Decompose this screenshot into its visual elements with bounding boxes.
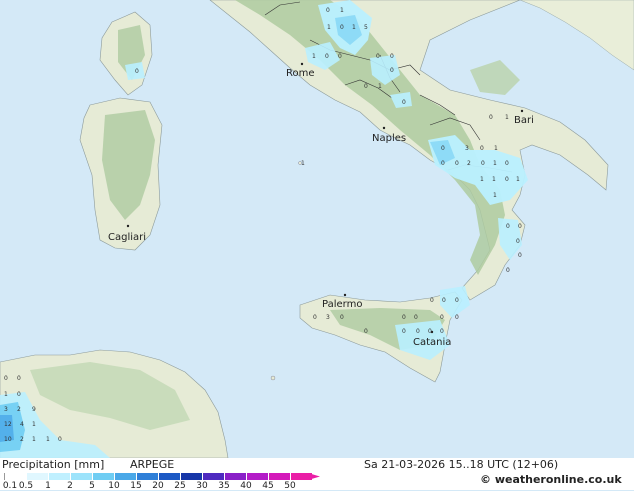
copyright[interactable]: © weatheronline.co.uk	[480, 473, 622, 486]
precip-value: 0	[338, 53, 342, 60]
precip-value: 0	[430, 297, 434, 304]
precip-value: 0	[518, 223, 522, 230]
precip-value: 9	[32, 406, 36, 413]
precip-value: 1	[378, 83, 382, 90]
svg-text:Bari: Bari	[514, 115, 534, 126]
legend-title: Precipitation [mm]	[2, 458, 105, 471]
legend-swatch	[247, 473, 269, 480]
precip-value: 0	[428, 328, 432, 335]
legend-swatch	[93, 473, 115, 480]
precip-value: 5	[364, 24, 368, 31]
precip-value: 0	[489, 114, 493, 121]
precip-value: 1	[4, 391, 8, 398]
precip-value: 1	[340, 7, 344, 14]
legend-swatch	[225, 473, 247, 480]
precip-value: 1	[312, 53, 316, 60]
precip-value: 0	[325, 53, 329, 60]
precip-value: 0	[440, 328, 444, 335]
precip-value: 0	[506, 267, 510, 274]
island-pantelleria	[270, 375, 276, 381]
precip-value: 0	[402, 99, 406, 106]
precip-value: 10	[4, 436, 12, 443]
precip-value: 0	[505, 160, 509, 167]
legend-swatch	[269, 473, 291, 480]
precip-value: 0	[17, 375, 21, 382]
precip-value: 1	[46, 436, 50, 443]
precip-value: 0	[455, 160, 459, 167]
legend-swatch	[203, 473, 225, 480]
legend-swatch	[181, 473, 203, 480]
precip-value: 1	[493, 160, 497, 167]
precip-value: 1	[505, 114, 509, 121]
precip-value: 0	[326, 7, 330, 14]
precip-value: 0	[480, 145, 484, 152]
legend-swatch	[4, 473, 27, 480]
precip-value: 2	[17, 406, 21, 413]
precipitation-map: Rome Naples Bari Cagliari Palermo Catani…	[0, 0, 634, 458]
precip-value: 0	[135, 68, 139, 75]
precip-value: 0	[442, 297, 446, 304]
precip-value: 0	[376, 53, 380, 60]
precip-value: 0	[416, 328, 420, 335]
precip-value: 0	[340, 24, 344, 31]
legend-color-bar	[4, 473, 313, 480]
precip-value: 0	[516, 238, 520, 245]
svg-text:Rome: Rome	[286, 68, 315, 79]
precip-value: 3	[465, 145, 469, 152]
legend-swatch	[159, 473, 181, 480]
legend-swatch	[71, 473, 93, 480]
precip-value: 0	[402, 314, 406, 321]
precip-value: 1	[352, 24, 356, 31]
precip-value: 0	[390, 53, 394, 60]
svg-text:Naples: Naples	[372, 133, 406, 144]
legend-swatch	[49, 473, 71, 480]
precip-value: 2	[20, 436, 24, 443]
precip-value: 12	[4, 421, 12, 428]
forecast-datetime: Sa 21-03-2026 15..18 UTC (12+06)	[364, 458, 559, 471]
precip-value: 0	[518, 252, 522, 259]
precip-value: 1	[327, 24, 331, 31]
precip-value: 2	[467, 160, 471, 167]
precip-value: 0	[364, 328, 368, 335]
precip-value: 0	[17, 391, 21, 398]
footer-bar: Precipitation [mm] ARPEGE Sa 21-03-2026 …	[0, 458, 634, 491]
precip-value: 1	[492, 176, 496, 183]
precip-value: 0	[481, 160, 485, 167]
precip-value: 4	[20, 421, 24, 428]
precip-value: 3	[326, 314, 330, 321]
precip-value: 0	[390, 67, 394, 74]
precip-value: 1	[516, 176, 520, 183]
precip-value: 0	[506, 223, 510, 230]
precip-value: 0	[441, 145, 445, 152]
precip-value: 1	[480, 176, 484, 183]
precip-value: 0	[364, 83, 368, 90]
precip-value: 1	[494, 145, 498, 152]
precip-value: 0	[4, 375, 8, 382]
precip-value: 3	[4, 406, 8, 413]
precip-value: 0	[455, 314, 459, 321]
legend-swatch	[27, 473, 49, 480]
precip-value: 1	[301, 160, 305, 167]
legend-arrow-icon	[308, 473, 320, 480]
svg-text:Cagliari: Cagliari	[108, 232, 146, 243]
precip-value: 0	[440, 314, 444, 321]
precip-value: 1	[32, 436, 36, 443]
precip-value: 0	[505, 176, 509, 183]
precip-value: 0	[414, 314, 418, 321]
precip-value: 0	[455, 297, 459, 304]
svg-text:Palermo: Palermo	[322, 299, 362, 310]
legend-swatch	[137, 473, 159, 480]
precip-value: 0	[441, 160, 445, 167]
precip-value: 0	[58, 436, 62, 443]
legend-swatch	[115, 473, 137, 480]
precip-value: 1	[493, 192, 497, 199]
precip-value: 0	[313, 314, 317, 321]
svg-text:Catania: Catania	[413, 337, 451, 348]
precip-value: 1	[32, 421, 36, 428]
model-name: ARPEGE	[130, 458, 175, 471]
precip-value: 0	[402, 328, 406, 335]
precip-value: 0	[340, 314, 344, 321]
